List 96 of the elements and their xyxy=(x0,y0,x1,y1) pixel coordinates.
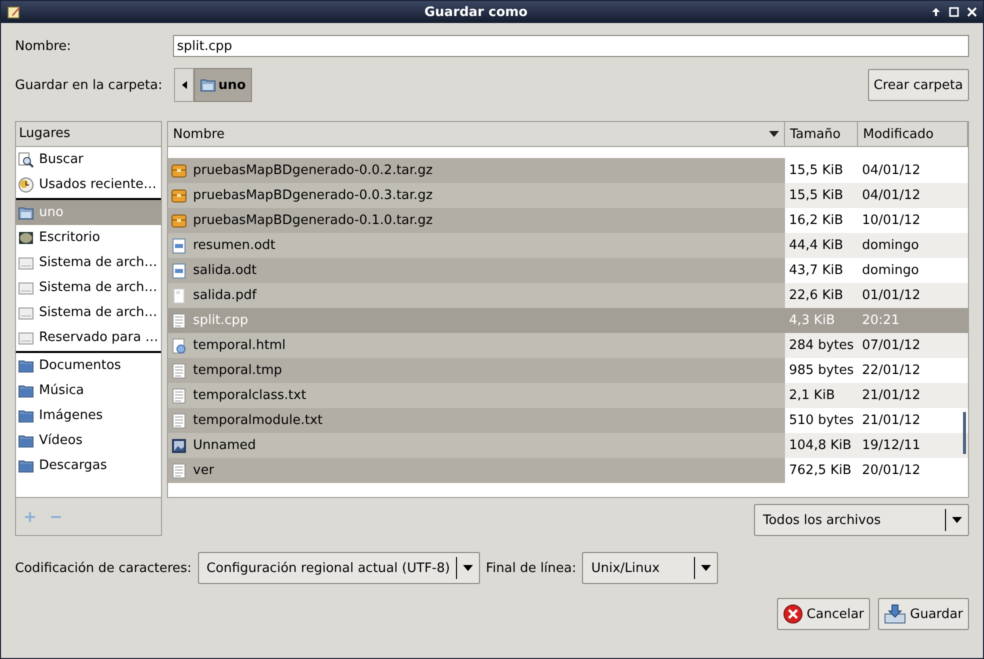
file-name: Unnamed xyxy=(193,438,256,453)
archive-icon xyxy=(171,188,187,204)
file-name: temporalclass.txt xyxy=(193,388,306,403)
archive-icon xyxy=(171,162,187,178)
folder-icon xyxy=(18,204,34,220)
close-icon[interactable] xyxy=(967,7,977,17)
create-folder-button[interactable]: Crear carpeta xyxy=(868,69,969,101)
file-date: 04/01/12 xyxy=(858,183,968,208)
place-item[interactable]: Descargas xyxy=(16,453,161,478)
file-name: pruebasMapBDgenerado-0.1.0.tar.gz xyxy=(193,213,433,228)
folder-icon xyxy=(18,408,34,424)
place-item[interactable]: Sistema de arch… xyxy=(16,275,161,300)
maximize-icon[interactable] xyxy=(949,7,959,17)
text-file-icon xyxy=(171,388,187,404)
folder-icon xyxy=(18,458,34,474)
drive-icon xyxy=(18,304,34,320)
folder-label: Guardar en la carpeta: xyxy=(15,78,162,92)
file-size: 4,3 KiB xyxy=(785,308,858,333)
text-file-icon xyxy=(171,462,187,478)
dropdown-arrow-icon xyxy=(462,565,473,571)
place-item[interactable]: Reservado para … xyxy=(16,325,161,350)
sort-arrow-icon xyxy=(769,131,779,137)
file-date: 20:21 xyxy=(858,308,968,333)
encoding-dropdown[interactable]: Configuración regional actual (UTF-8) xyxy=(198,552,480,584)
line-ending-dropdown[interactable]: Unix/Linux xyxy=(582,552,718,584)
place-item[interactable]: Sistema de arch… xyxy=(16,300,161,325)
place-item[interactable]: Escritorio xyxy=(16,225,161,250)
save-tray-icon xyxy=(884,604,906,624)
line-ending-label: Final de línea: xyxy=(486,560,576,576)
notepad-icon xyxy=(7,5,21,19)
place-item[interactable]: Imágenes xyxy=(16,403,161,428)
folder-crumb[interactable]: uno xyxy=(194,68,252,102)
file-name: salida.odt xyxy=(193,263,257,278)
folder-icon xyxy=(200,78,216,92)
web-file-icon xyxy=(171,338,187,354)
left-arrow-icon xyxy=(182,81,187,89)
cancel-button[interactable]: Cancelar xyxy=(776,598,870,630)
desktop-icon xyxy=(18,230,34,246)
file-icon xyxy=(171,288,187,304)
folder-icon xyxy=(18,432,34,448)
file-size: 2,1 KiB xyxy=(785,383,858,408)
place-item[interactable]: Vídeos xyxy=(16,428,161,453)
text-file-icon xyxy=(171,362,187,378)
text-file-icon xyxy=(171,312,187,328)
place-item[interactable]: Sistema de arch… xyxy=(16,250,161,275)
file-name: temporal.tmp xyxy=(193,363,282,378)
document-icon xyxy=(171,238,187,254)
file-size: 22,6 KiB xyxy=(785,283,858,308)
cancel-icon xyxy=(782,604,803,624)
file-name: resumen.odt xyxy=(193,238,276,253)
folder-icon xyxy=(18,382,34,398)
place-item[interactable]: Documentos xyxy=(16,353,161,378)
back-button[interactable] xyxy=(174,68,194,102)
folder-icon xyxy=(18,358,34,374)
file-name: pruebasMapBDgenerado-0.0.2.tar.gz xyxy=(193,163,433,178)
column-header[interactable]: Tamaño xyxy=(785,122,858,147)
drive-icon xyxy=(18,254,34,270)
up-arrow-icon[interactable] xyxy=(931,7,941,17)
file-name: temporalmodule.txt xyxy=(193,413,323,428)
drive-icon xyxy=(18,330,34,346)
text-file-icon xyxy=(171,412,187,428)
file-name: temporal.html xyxy=(193,338,286,353)
save-button[interactable]: Guardar xyxy=(878,598,969,630)
file-size: 44,4 KiB xyxy=(785,233,858,258)
dropdown-arrow-icon xyxy=(701,565,712,571)
archive-icon xyxy=(171,212,187,228)
place-item[interactable]: Música xyxy=(16,378,161,403)
file-size: 15,5 KiB xyxy=(785,183,858,208)
file-date: 07/01/12 xyxy=(858,333,968,358)
column-header[interactable]: Nombre xyxy=(168,122,785,147)
file-name: salida.pdf xyxy=(193,288,256,303)
name-field[interactable]: split.cpp xyxy=(173,35,969,57)
window-title: Guardar como xyxy=(423,4,529,20)
image-icon xyxy=(171,438,187,454)
column-header[interactable]: Modificado xyxy=(858,122,968,147)
file-name: split.cpp xyxy=(193,313,248,328)
scrollbar-thumb[interactable] xyxy=(963,412,966,454)
place-item[interactable]: Buscar xyxy=(16,147,161,172)
document-icon xyxy=(171,262,187,278)
file-name: ver xyxy=(193,463,214,478)
drive-icon xyxy=(18,280,34,296)
file-date: 19/12/11 xyxy=(858,433,968,458)
file-size: 284 bytes xyxy=(785,333,858,358)
clock-icon xyxy=(18,176,34,192)
places-header[interactable]: Lugares xyxy=(16,122,161,147)
dropdown-arrow-icon xyxy=(952,517,962,523)
place-item[interactable]: Usados reciente… xyxy=(16,172,161,197)
file-date: 21/01/12 xyxy=(858,383,968,408)
file-filter-dropdown[interactable]: Todos los archivos xyxy=(754,504,969,536)
file-date: 01/01/12 xyxy=(858,283,968,308)
file-date: domingo xyxy=(858,233,968,258)
search-icon xyxy=(18,152,34,168)
name-label: Nombre: xyxy=(15,38,72,54)
file-name: pruebasMapBDgenerado-0.0.3.tar.gz xyxy=(193,188,433,203)
file-size: 104,8 KiB xyxy=(785,433,858,458)
encoding-label: Codificación de caracteres: xyxy=(15,560,192,576)
